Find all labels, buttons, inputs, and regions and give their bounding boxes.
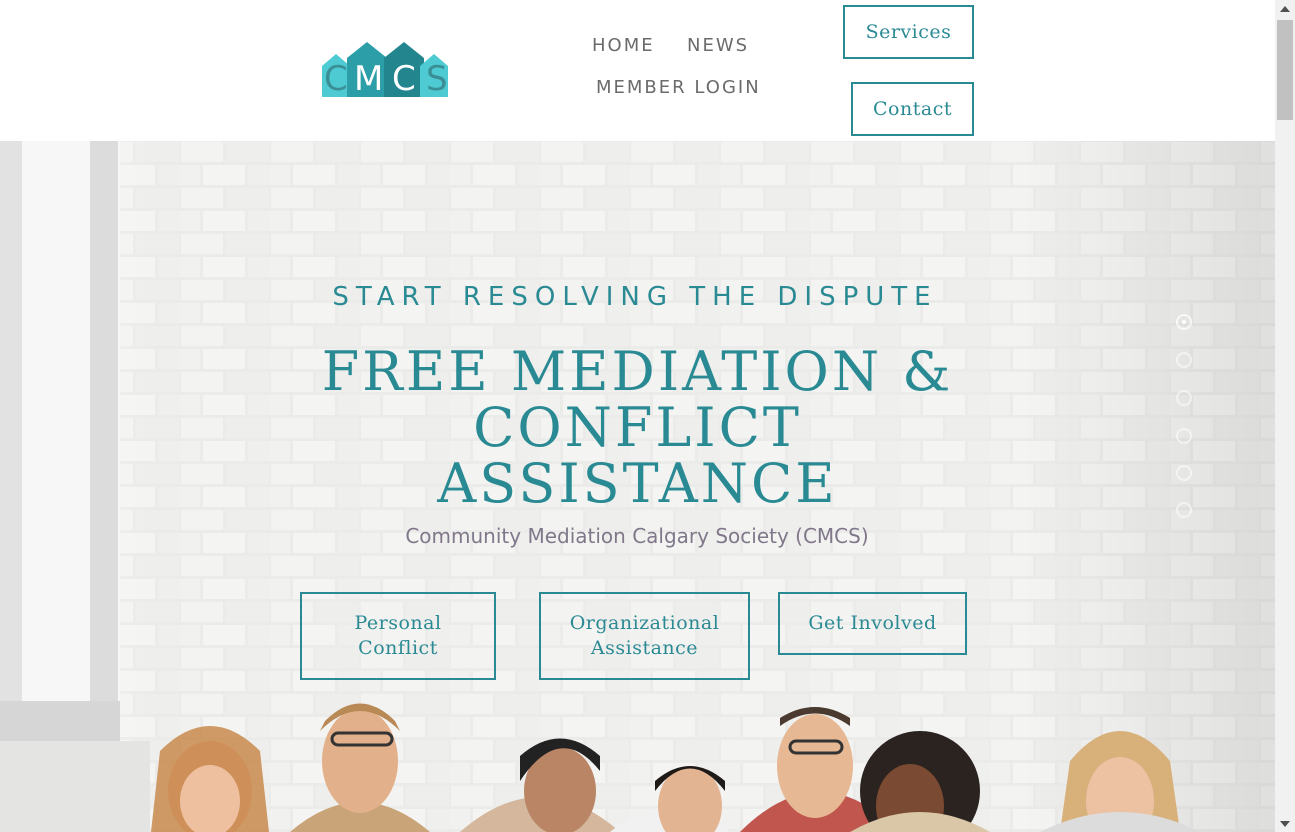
- cmcs-logo[interactable]: C M C S: [312, 42, 458, 100]
- nav-member-login-link[interactable]: MEMBER LOGIN: [596, 77, 761, 98]
- slider-dot-3[interactable]: [1176, 390, 1192, 406]
- get-involved-button[interactable]: Get Involved: [778, 592, 967, 655]
- organizational-assistance-label-line1: Organizational: [569, 612, 720, 634]
- contact-button[interactable]: Contact: [851, 82, 974, 136]
- logo-houses-icon: C M C S: [322, 42, 448, 99]
- hero-kicker: START RESOLVING THE DISPUTE: [332, 282, 938, 312]
- slider-dot-4[interactable]: [1176, 428, 1192, 444]
- hero-section: START RESOLVING THE DISPUTE FREE MEDIATI…: [0, 141, 1275, 832]
- nav-news-link[interactable]: NEWS: [687, 35, 749, 56]
- chevron-down-icon: [1280, 820, 1290, 827]
- logo-letter-s: S: [426, 59, 448, 99]
- slider-dot-5[interactable]: [1176, 465, 1192, 481]
- site-header: C M C S HOME NEWS MEMBER LOGIN Services …: [0, 0, 1275, 141]
- logo-letter-c1: C: [324, 59, 348, 99]
- nav-home-link[interactable]: HOME: [592, 35, 655, 56]
- services-button[interactable]: Services: [843, 5, 974, 59]
- personal-conflict-label-line1: Personal: [354, 612, 442, 634]
- vertical-scrollbar[interactable]: [1275, 0, 1295, 832]
- logo-letter-m: M: [354, 59, 383, 99]
- personal-conflict-button[interactable]: Personal Conflict: [300, 592, 496, 680]
- hero-title: FREE MEDIATION & CONFLICT ASSISTANCE: [321, 340, 954, 515]
- slider-dot-6[interactable]: [1176, 502, 1192, 518]
- organizational-assistance-label-line2: Assistance: [590, 637, 699, 659]
- slider-dot-1[interactable]: [1176, 314, 1192, 330]
- logo-letter-c2: C: [392, 59, 416, 99]
- page-viewport: C M C S HOME NEWS MEMBER LOGIN Services …: [0, 0, 1275, 832]
- chevron-up-icon: [1280, 5, 1290, 12]
- slider-dot-2[interactable]: [1176, 352, 1192, 368]
- scroll-down-arrow[interactable]: [1275, 815, 1295, 832]
- personal-conflict-label-line2: Conflict: [358, 637, 438, 659]
- hero-subtitle: Community Mediation Calgary Society (CMC…: [405, 524, 869, 548]
- organizational-assistance-button[interactable]: Organizational Assistance: [539, 592, 750, 680]
- scrollbar-thumb[interactable]: [1277, 20, 1293, 120]
- scroll-up-arrow[interactable]: [1275, 0, 1295, 17]
